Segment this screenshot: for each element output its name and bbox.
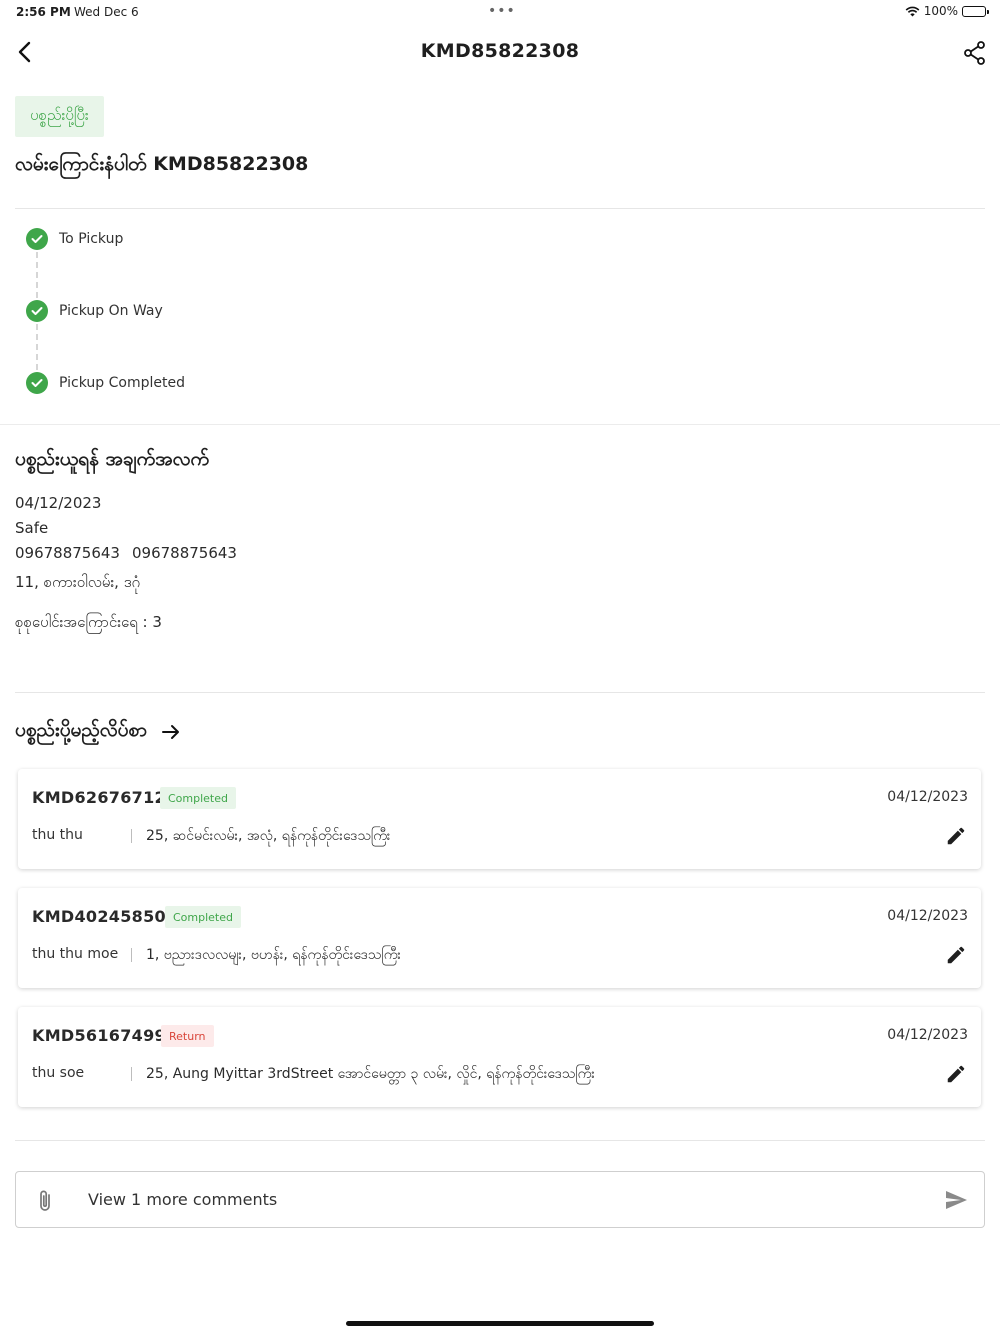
- pickup-phone-2[interactable]: 09678875643: [132, 544, 237, 562]
- order-card[interactable]: KMD56167499 Return 04/12/2023 thu soe 25…: [18, 1007, 981, 1107]
- pickup-address: 11, စကားဝါလမ်း, ဒဂုံ: [15, 573, 141, 591]
- section-divider: [0, 424, 1000, 425]
- timeline-step-label: Pickup Completed: [59, 375, 185, 391]
- arrow-right-icon: [161, 725, 179, 739]
- edit-button[interactable]: [945, 1063, 967, 1085]
- edit-button[interactable]: [945, 825, 967, 847]
- timeline-step-label: Pickup On Way: [59, 303, 163, 319]
- multitasking-dots-icon[interactable]: •••: [488, 4, 516, 18]
- separator: [131, 829, 132, 843]
- status-badge: Completed: [160, 787, 236, 809]
- divider: [15, 208, 985, 209]
- order-date: 04/12/2023: [887, 1027, 968, 1043]
- delivery-list-title: ပစ္စည်းပို့မည့်လိပ်စာ: [15, 719, 147, 741]
- status-right: 100%: [905, 4, 989, 18]
- timeline-step-label: To Pickup: [59, 231, 124, 247]
- pickup-info-title: ပစ္စည်းယူရန် အချက်အလက်: [15, 448, 210, 470]
- divider: [15, 1140, 985, 1141]
- divider: [15, 692, 985, 693]
- order-code: KMD56167499: [32, 1026, 166, 1045]
- check-circle-icon: [26, 300, 48, 322]
- status-date: Wed Dec 6: [74, 5, 139, 19]
- share-button[interactable]: [962, 40, 988, 66]
- order-date: 04/12/2023: [887, 908, 968, 924]
- send-button[interactable]: [944, 1188, 968, 1212]
- status-badge: Return: [161, 1025, 214, 1047]
- order-code: KMD40245850: [32, 907, 166, 926]
- wifi-icon: [905, 6, 920, 16]
- attach-button[interactable]: [34, 1188, 56, 1214]
- status-badge: Completed: [165, 906, 241, 928]
- status-badge: ပစ္စည်းပို့ပြီး: [15, 96, 104, 137]
- pickup-phones: 09678875643 09678875643: [15, 544, 237, 562]
- order-card[interactable]: KMD62676712 Completed 04/12/2023 thu thu…: [18, 769, 981, 869]
- separator: [131, 1067, 132, 1081]
- order-card[interactable]: KMD40245850 Completed 04/12/2023 thu thu…: [18, 888, 981, 988]
- check-circle-icon: [26, 228, 48, 250]
- pickup-date: 04/12/2023: [15, 494, 102, 512]
- status-time: 2:56 PM: [16, 5, 71, 19]
- recipient-name: thu soe: [32, 1065, 85, 1081]
- share-icon: [964, 41, 985, 65]
- status-bar: 2:56 PM Wed Dec 6 ••• 100%: [0, 0, 1000, 26]
- order-date: 04/12/2023: [887, 789, 968, 805]
- timeline-step: To Pickup: [26, 228, 123, 250]
- delivery-list-header[interactable]: ပစ္စည်းပို့မည့်လိပ်စာ: [15, 718, 181, 746]
- paperclip-icon: [40, 1190, 50, 1211]
- pickup-phone-1[interactable]: 09678875643: [15, 544, 120, 562]
- page-title: KMD85822308: [420, 40, 580, 62]
- nav-bar: KMD85822308: [0, 30, 1000, 76]
- parcel-title: လမ်းကြောင်းနံပါတ် KMD85822308: [15, 153, 309, 175]
- pickup-name: Safe: [15, 519, 49, 537]
- recipient-name: thu thu: [32, 827, 83, 843]
- timeline-connector: [36, 324, 38, 370]
- timeline-connector: [36, 252, 38, 298]
- home-indicator[interactable]: [346, 1321, 654, 1326]
- total-routes: စုစုပေါင်းအကြောင်းရေ : 3: [15, 613, 162, 631]
- edit-button[interactable]: [945, 944, 967, 966]
- order-code: KMD62676712: [32, 788, 166, 807]
- battery-icon: [962, 5, 989, 17]
- view-more-comments[interactable]: View 1 more comments: [88, 1190, 277, 1209]
- comment-bar: View 1 more comments: [15, 1171, 985, 1228]
- send-icon: [946, 1191, 967, 1209]
- pencil-icon: [947, 1065, 965, 1083]
- recipient-name: thu thu moe: [32, 946, 119, 962]
- recipient-address: 1, ဗညားဒလလမျး, ဗဟန်း, ရန်ကုန်တိုင်းဒေသကြ…: [146, 947, 401, 963]
- recipient-address: 25, Aung Myittar 3rdStreet အောင်မေတ္တာ ၃…: [146, 1066, 595, 1082]
- check-circle-icon: [26, 372, 48, 394]
- recipient-address: 25, ဆင်မင်းလမ်း, အလုံ, ရန်ကုန်တိုင်းဒေသက…: [146, 828, 391, 844]
- battery-percent: 100%: [923, 4, 958, 18]
- pencil-icon: [947, 827, 965, 845]
- separator: [131, 948, 132, 962]
- timeline-step: Pickup On Way: [26, 300, 163, 322]
- pencil-icon: [947, 946, 965, 964]
- timeline-step: Pickup Completed: [26, 372, 185, 394]
